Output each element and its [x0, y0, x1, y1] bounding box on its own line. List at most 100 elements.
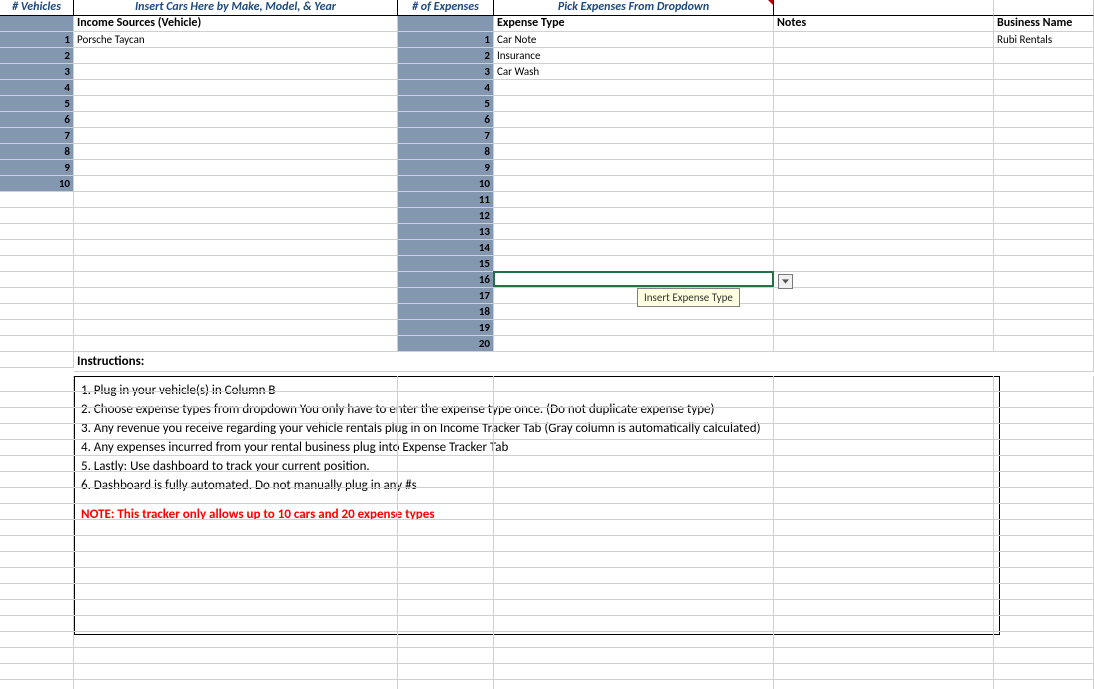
empty-cell[interactable] [494, 472, 774, 488]
expense-value-cell[interactable] [494, 336, 774, 352]
empty-cell[interactable] [398, 488, 494, 504]
vehicle-value-cell[interactable] [74, 256, 398, 272]
business-name-cell[interactable] [994, 224, 1094, 240]
empty-cell[interactable] [774, 584, 994, 600]
empty-cell[interactable] [994, 456, 1094, 472]
business-name-cell[interactable] [994, 208, 1094, 224]
vehicle-value-cell[interactable] [74, 336, 398, 352]
empty-cell[interactable] [994, 664, 1094, 680]
empty-cell[interactable] [994, 424, 1094, 440]
empty-cell[interactable] [0, 680, 74, 689]
expense-value-cell[interactable] [494, 160, 774, 176]
vehicle-value-cell[interactable] [74, 240, 398, 256]
empty-cell[interactable] [994, 440, 1094, 456]
empty-cell[interactable] [774, 536, 994, 552]
empty-cell[interactable] [494, 520, 774, 536]
empty-cell[interactable] [0, 488, 74, 504]
empty-cell[interactable] [774, 648, 994, 664]
empty-cell[interactable] [398, 568, 494, 584]
empty-cell[interactable] [994, 616, 1094, 632]
vehicle-value-cell[interactable]: Porsche Taycan [74, 32, 398, 48]
empty-cell[interactable] [774, 472, 994, 488]
empty-cell[interactable] [398, 408, 494, 424]
empty-cell[interactable] [74, 504, 398, 520]
empty-cell[interactable] [0, 440, 74, 456]
empty-cell[interactable] [0, 456, 74, 472]
expense-value-cell[interactable] [494, 96, 774, 112]
expense-value-cell[interactable] [494, 176, 774, 192]
empty-cell[interactable] [398, 424, 494, 440]
empty-cell[interactable] [74, 520, 398, 536]
empty-cell[interactable] [398, 680, 494, 689]
notes-cell[interactable] [774, 176, 994, 192]
vehicle-value-cell[interactable] [74, 96, 398, 112]
empty-cell[interactable] [994, 536, 1094, 552]
notes-cell[interactable] [774, 320, 994, 336]
empty-cell[interactable] [0, 552, 74, 568]
vehicle-value-cell[interactable] [74, 288, 398, 304]
empty-cell[interactable] [398, 616, 494, 632]
empty-cell[interactable] [994, 488, 1094, 504]
expense-value-cell[interactable] [494, 240, 774, 256]
business-name-cell[interactable] [994, 64, 1094, 80]
empty-cell[interactable] [774, 440, 994, 456]
expense-value-cell[interactable] [494, 192, 774, 208]
empty-cell[interactable] [994, 408, 1094, 424]
notes-cell[interactable] [774, 224, 994, 240]
business-name-cell[interactable] [994, 160, 1094, 176]
empty-cell[interactable] [398, 600, 494, 616]
expense-value-cell[interactable] [494, 208, 774, 224]
business-name-cell[interactable] [994, 144, 1094, 160]
notes-cell[interactable] [774, 80, 994, 96]
empty-cell[interactable] [74, 488, 398, 504]
empty-cell[interactable] [398, 504, 494, 520]
business-name-cell[interactable] [994, 320, 1094, 336]
empty-cell[interactable] [74, 584, 398, 600]
empty-cell[interactable] [494, 440, 774, 456]
expense-value-cell[interactable] [494, 80, 774, 96]
empty-cell[interactable] [74, 408, 398, 424]
empty-cell[interactable] [0, 536, 74, 552]
vehicle-value-cell[interactable] [74, 176, 398, 192]
empty-cell[interactable] [774, 664, 994, 680]
empty-cell[interactable] [774, 376, 994, 392]
empty-cell[interactable] [398, 632, 494, 648]
empty-cell[interactable] [774, 632, 994, 648]
empty-cell[interactable] [0, 584, 74, 600]
expense-value-cell[interactable] [494, 256, 774, 272]
notes-cell[interactable] [774, 96, 994, 112]
empty-cell[interactable] [494, 456, 774, 472]
empty-cell[interactable] [0, 472, 74, 488]
empty-cell[interactable] [0, 424, 74, 440]
empty-cell[interactable] [774, 600, 994, 616]
business-name-cell[interactable] [994, 48, 1094, 64]
notes-cell[interactable] [774, 304, 994, 320]
empty-cell[interactable] [774, 424, 994, 440]
expense-value-cell[interactable] [494, 224, 774, 240]
notes-cell[interactable] [774, 144, 994, 160]
empty-cell[interactable] [398, 552, 494, 568]
business-name-cell[interactable] [994, 80, 1094, 96]
empty-cell[interactable] [774, 408, 994, 424]
empty-cell[interactable] [74, 568, 398, 584]
business-name-cell[interactable] [994, 128, 1094, 144]
empty-cell[interactable] [494, 568, 774, 584]
empty-cell[interactable] [774, 456, 994, 472]
empty-cell[interactable] [0, 648, 74, 664]
business-name-cell[interactable] [994, 240, 1094, 256]
vehicle-value-cell[interactable] [74, 192, 398, 208]
vehicle-value-cell[interactable] [74, 304, 398, 320]
expense-value-cell[interactable] [494, 112, 774, 128]
business-name-cell[interactable] [994, 96, 1094, 112]
notes-cell[interactable] [774, 256, 994, 272]
vehicle-value-cell[interactable] [74, 224, 398, 240]
empty-cell[interactable] [994, 648, 1094, 664]
empty-cell[interactable] [994, 520, 1094, 536]
empty-cell[interactable] [494, 424, 774, 440]
empty-cell[interactable] [398, 584, 494, 600]
empty-cell[interactable] [774, 504, 994, 520]
notes-cell[interactable] [774, 128, 994, 144]
expense-value-cell[interactable] [494, 272, 774, 288]
empty-cell[interactable] [994, 472, 1094, 488]
empty-cell[interactable] [0, 600, 74, 616]
